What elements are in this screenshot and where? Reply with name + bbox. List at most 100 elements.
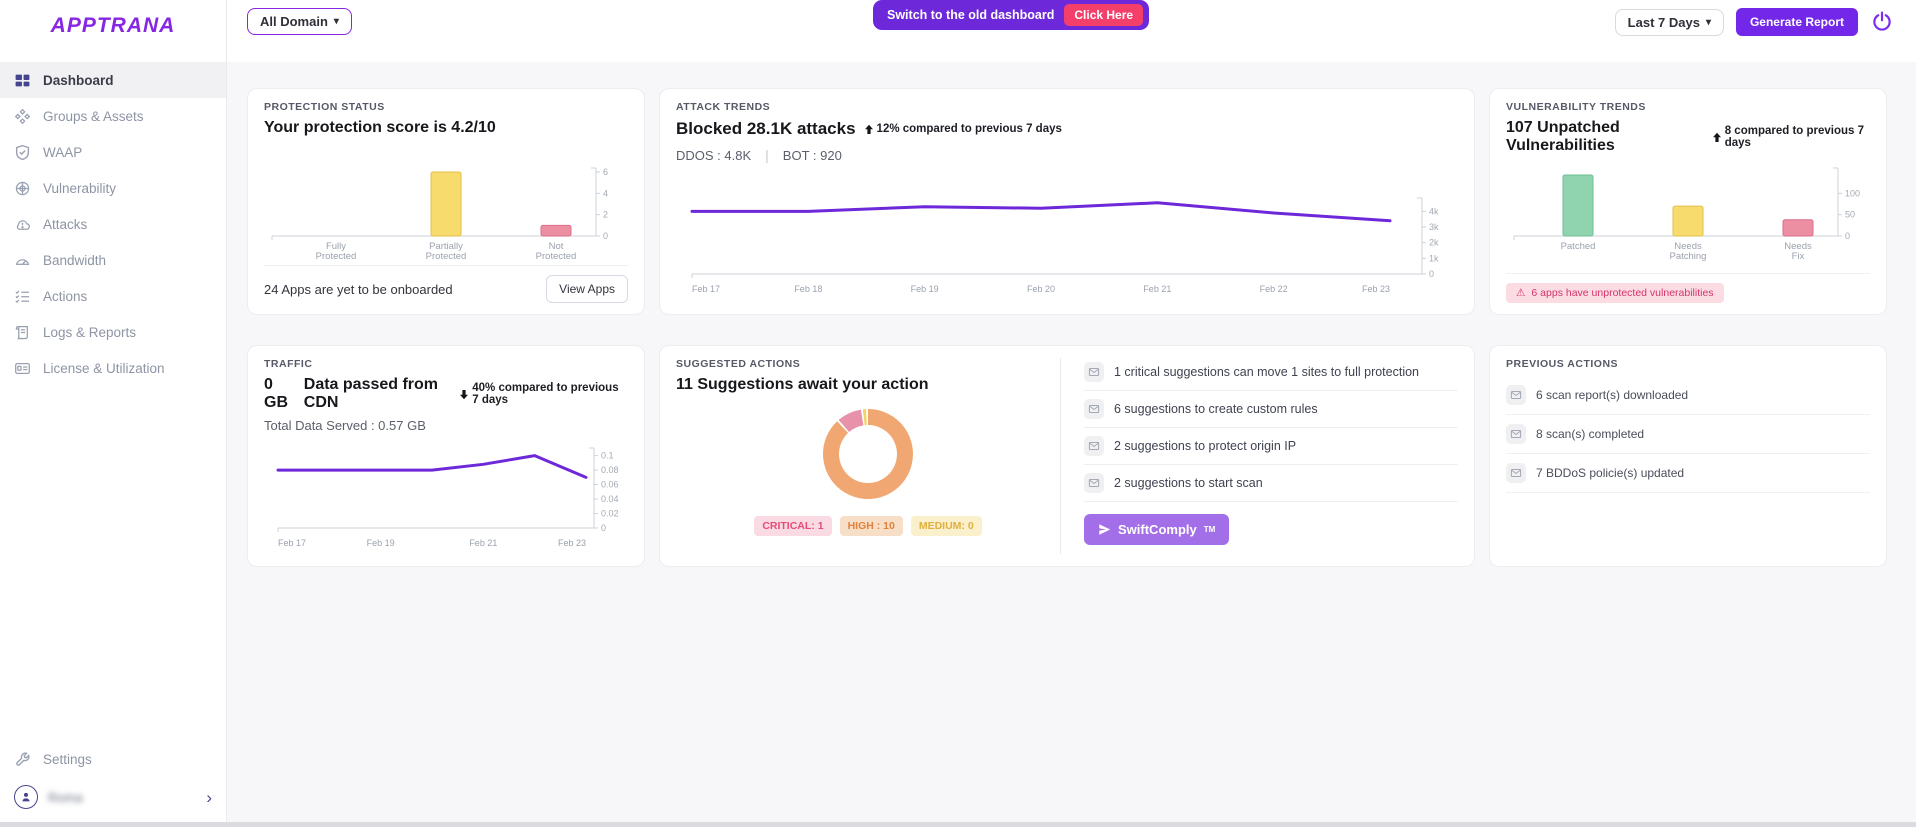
sidebar-item-label: WAAP — [43, 144, 83, 160]
protection-score-title: Your protection score is 4.2/10 — [264, 119, 496, 136]
attack-line-chart: 0 1k 2k 3k 4k Feb 17 Feb 18 Feb 19 Feb 20 Feb 21 F… — [690, 197, 1439, 294]
chevron-down-icon: ▾ — [1705, 16, 1711, 28]
svg-text:FullyProtected: Fully Protected — [316, 241, 357, 262]
domain-selector[interactable]: All Domain ▾ — [247, 8, 352, 35]
send-icon — [1099, 524, 1111, 535]
delta-up: 12% compared to previous 7 days — [864, 123, 1062, 135]
swiftcomply-button[interactable]: SwiftComply TM — [1084, 514, 1230, 545]
warning-text: 6 apps have unprotected vulnerabilities — [1531, 287, 1714, 299]
sidebar-bottom: Settings Roma › — [0, 741, 226, 817]
message-icon — [1506, 463, 1526, 483]
message-icon — [1506, 424, 1526, 444]
sidebar-item-settings[interactable]: Settings — [0, 741, 226, 777]
severity-donut-chart — [823, 409, 913, 499]
date-range-label: Last 7 Days — [1627, 14, 1700, 30]
svg-text:0.1: 0.1 — [601, 451, 614, 461]
svg-text:2k: 2k — [1429, 238, 1439, 248]
row-text: 6 scan report(s) downloaded — [1536, 388, 1689, 402]
vulnerability-trends-card: VULNERABILITY TRENDS 107 Unpatched Vulne… — [1489, 88, 1887, 315]
suggested-summary: SUGGESTED ACTIONS 11 Suggestions await y… — [676, 358, 1060, 536]
row-text: 2 suggestions to protect origin IP — [1114, 439, 1297, 453]
apptrana-logo: APPTRANA — [50, 14, 176, 37]
cdn-data-value: 0 GB — [264, 376, 288, 411]
main-area: All Domain ▾ Switch to the old dashboard… — [227, 0, 1916, 827]
suggestion-row[interactable]: 6 suggestions to create custom rules — [1084, 391, 1458, 428]
click-here-button[interactable]: Click Here — [1064, 4, 1144, 26]
legend-badge-medium: MEDIUM: 0 — [910, 516, 982, 536]
section-label: PREVIOUS ACTIONS — [1506, 358, 1619, 370]
previous-actions-list: 6 scan report(s) downloaded 8 scan(s) com… — [1506, 376, 1870, 493]
suggestions-title: 11 Suggestions await your action — [676, 376, 929, 393]
previous-action-row[interactable]: 7 BDDoS policie(s) updated — [1506, 454, 1870, 493]
svg-text:50: 50 — [1845, 210, 1855, 220]
sidebar-item-waap[interactable]: WAAP — [0, 134, 226, 170]
sidebar-item-actions[interactable]: Actions — [0, 278, 226, 314]
svg-text:3k: 3k — [1429, 222, 1439, 232]
sidebar-item-bandwidth[interactable]: Bandwidth — [0, 242, 226, 278]
row-text: 1 critical suggestions can move 1 sites … — [1114, 365, 1420, 379]
view-apps-button[interactable]: View Apps — [546, 275, 628, 303]
sidebar-item-groups-assets[interactable]: Groups & Assets — [0, 98, 226, 134]
dashboard-icon — [14, 72, 31, 89]
user-profile[interactable]: Roma › — [0, 777, 226, 817]
sidebar-item-label: Logs & Reports — [43, 324, 137, 340]
attack-stats: DDOS : 4.8K | BOT : 920 — [676, 147, 1458, 163]
protection-footer: 24 Apps are yet to be onboarded View App… — [264, 265, 628, 314]
svg-text:Feb 23: Feb 23 — [1362, 284, 1390, 294]
unpatched-title: 107 Unpatched Vulnerabilities — [1506, 119, 1620, 154]
dashboard-grid: PROTECTION STATUS Your protection score … — [247, 88, 1916, 567]
row-text: 6 suggestions to create custom rules — [1114, 402, 1318, 416]
svg-text:Feb 23: Feb 23 — [558, 538, 586, 548]
swiftcomply-label: SwiftComply — [1118, 522, 1197, 537]
suggestion-row[interactable]: 2 suggestions to protect origin IP — [1084, 428, 1458, 465]
svg-text:Feb 21: Feb 21 — [469, 538, 497, 548]
svg-text:Feb 20: Feb 20 — [1027, 284, 1055, 294]
horizontal-scrollbar[interactable] — [0, 822, 1916, 827]
row-text: 7 BDDoS policie(s) updated — [1536, 466, 1685, 480]
svg-text:Feb 17: Feb 17 — [692, 284, 720, 294]
row-text: 2 suggestions to start scan — [1114, 476, 1263, 490]
previous-action-row[interactable]: 8 scan(s) completed — [1506, 415, 1870, 454]
header-actions: Last 7 Days ▾ Generate Report — [1614, 8, 1894, 36]
suggested-actions-card: SUGGESTED ACTIONS 11 Suggestions await y… — [659, 345, 1475, 567]
svg-text:Feb 19: Feb 19 — [367, 538, 395, 548]
sidebar-item-label: License & Utilization — [43, 360, 165, 376]
user-name: Roma — [48, 789, 83, 805]
attack-trends-card: ATTACK TRENDS Blocked 28.1K attacks 12% … — [659, 88, 1475, 315]
license-icon — [14, 360, 31, 377]
groups-assets-icon — [14, 108, 31, 125]
message-icon — [1084, 473, 1104, 493]
logout-power-icon[interactable] — [1870, 10, 1894, 34]
vulnerability-icon — [14, 180, 31, 197]
svg-text:NeedsPatching: Needs Patching — [1670, 241, 1707, 262]
suggestion-row[interactable]: 2 suggestions to start scan — [1084, 465, 1458, 502]
svg-text:PartiallyProtected: Partially Protected — [426, 241, 467, 262]
date-range-selector[interactable]: Last 7 Days ▾ — [1614, 8, 1724, 36]
delta-text: 8 compared to previous 7 days — [1724, 125, 1865, 149]
section-label: ATTACK TRENDS — [676, 101, 771, 113]
sidebar-menu: Dashboard Groups & Assets WAAP Vulnerabilit… — [0, 62, 226, 386]
sidebar-item-logs-reports[interactable]: Logs & Reports — [0, 314, 226, 350]
previous-action-row[interactable]: 6 scan report(s) downloaded — [1506, 376, 1870, 415]
total-data-served: Total Data Served : 0.57 GB — [264, 418, 426, 433]
bot-stat: BOT : 920 — [782, 147, 842, 163]
chevron-right-icon[interactable]: › — [206, 789, 212, 806]
section-label: SUGGESTED ACTIONS — [676, 358, 801, 370]
cdn-data-title: Data passed from CDN — [303, 376, 439, 411]
divider: | — [765, 147, 769, 163]
svg-text:2: 2 — [603, 210, 608, 220]
ddos-stat: DDOS : 4.8K — [676, 147, 752, 163]
generate-report-button[interactable]: Generate Report — [1735, 8, 1858, 36]
svg-text:Feb 22: Feb 22 — [1260, 284, 1288, 294]
sidebar-item-vulnerability[interactable]: Vulnerability — [0, 170, 226, 206]
svg-text:0.02: 0.02 — [601, 509, 619, 519]
sidebar-item-license-utilization[interactable]: License & Utilization — [0, 350, 226, 386]
sidebar-item-dashboard[interactable]: Dashboard — [0, 62, 226, 98]
protection-status-card: PROTECTION STATUS Your protection score … — [247, 88, 645, 315]
sidebar-item-attacks[interactable]: Attacks — [0, 206, 226, 242]
settings-label: Settings — [43, 751, 92, 767]
suggestion-row[interactable]: 1 critical suggestions can move 1 sites … — [1084, 354, 1458, 391]
section-label: PROTECTION STATUS — [264, 101, 385, 113]
svg-text:6: 6 — [603, 167, 608, 177]
severity-legend: CRITICAL: 1 HIGH : 10 MEDIUM: 0 — [676, 516, 1060, 536]
